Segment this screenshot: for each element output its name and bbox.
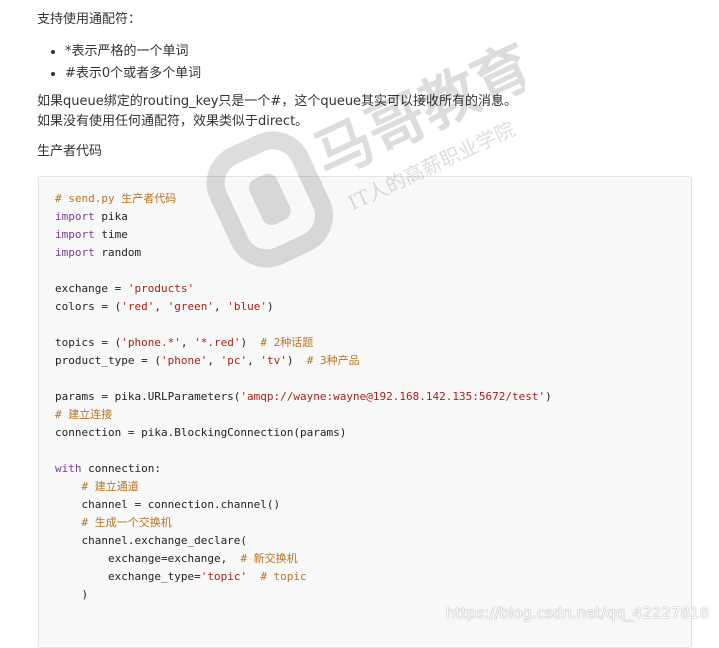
code-line: colors = ('red', 'green', 'blue')	[55, 298, 552, 316]
code-comment: # 生成一个交换机	[81, 516, 172, 529]
code-line: import pika	[55, 208, 552, 226]
code-line: product_type = ('phone', 'pc', 'tv') # 3…	[55, 352, 552, 370]
code-line: # 建立连接	[55, 406, 552, 424]
code-string: 'blue'	[227, 300, 267, 313]
code-line: # 生成一个交换机	[55, 514, 552, 532]
code-line: exchange=exchange, # 新交换机	[55, 550, 552, 568]
wildcard-list: *表示严格的一个单词 #表示0个或者多个单词	[37, 41, 201, 85]
code-text: connection = pika.BlockingConnection(par…	[55, 426, 347, 439]
code-string: 'products'	[127, 282, 195, 295]
code-text: ,	[180, 336, 195, 349]
code-keyword: import	[55, 228, 95, 241]
code-text: ,	[154, 300, 168, 313]
code-text: channel = connection.channel()	[55, 498, 281, 511]
code-line: connection = pika.BlockingConnection(par…	[55, 424, 552, 442]
code-line: params = pika.URLParameters('amqp://wayn…	[55, 388, 552, 406]
code-text: ,	[247, 354, 261, 367]
code-keyword: import	[55, 210, 95, 223]
code-text: connection:	[81, 462, 161, 475]
code-comment: # send.py 生产者代码	[55, 192, 177, 205]
code-keyword: with	[55, 462, 82, 475]
code-comment: # 3种产品	[306, 354, 360, 367]
code-string: 'amqp://wayne:wayne@192.168.142.135:5672…	[240, 390, 546, 403]
code-line: topics = ('phone.*', '*.red') # 2种话题	[55, 334, 552, 352]
code-string: 'pc'	[220, 354, 248, 367]
code-line: )	[55, 586, 552, 604]
code-comment: # 建立连接	[55, 408, 113, 421]
code-comment: # topic	[260, 570, 307, 583]
code-text: channel.exchange_declare(	[55, 534, 248, 547]
svg-text:马哥教育: 马哥教育	[304, 40, 525, 191]
code-text: pika	[94, 210, 128, 223]
code-text: )	[286, 354, 307, 367]
code-text: colors = (	[55, 300, 122, 313]
code-text: exchange_type=	[55, 570, 201, 583]
code-string: 'red'	[121, 300, 155, 313]
code-string: 'green'	[167, 300, 214, 313]
code-string: '*.red'	[194, 336, 241, 349]
code-text: )	[240, 336, 261, 349]
code-text: )	[55, 588, 89, 601]
code-text: exchange =	[55, 282, 128, 295]
code-text: )	[545, 390, 552, 403]
code-line: exchange_type='topic' # topic	[55, 568, 552, 586]
code-text: product_type = (	[55, 354, 161, 367]
code-string: 'phone'	[160, 354, 208, 367]
list-item: *表示严格的一个单词	[65, 41, 201, 63]
paragraph: 如果没有使用任何通配符，效果类似于direct。	[37, 114, 309, 129]
code-comment: # 2种话题	[260, 336, 314, 349]
code-lines: # send.py 生产者代码 import pika import time imp…	[55, 190, 552, 604]
code-string: 'topic'	[200, 570, 248, 583]
code-line: # send.py 生产者代码	[55, 190, 552, 208]
list-item: #表示0个或者多个单词	[65, 63, 201, 85]
code-line: exchange = 'products'	[55, 280, 552, 298]
code-text: exchange=exchange,	[55, 552, 241, 565]
section-heading: 生产者代码	[37, 144, 103, 159]
code-text: random	[94, 246, 142, 259]
code-line: with connection:	[55, 460, 552, 478]
code-text: ,	[213, 300, 228, 313]
code-line: channel = connection.channel()	[55, 496, 552, 514]
code-text: ,	[207, 354, 221, 367]
code-string: 'tv'	[260, 354, 287, 367]
code-line: channel.exchange_declare(	[55, 532, 552, 550]
code-comment: # 建立通道	[81, 480, 139, 493]
code-string: 'phone.*'	[121, 336, 181, 349]
code-line: # 建立通道	[55, 478, 552, 496]
code-comment: # 新交换机	[240, 552, 298, 565]
code-text: )	[266, 300, 274, 313]
code-block: # send.py 生产者代码 import pika import time imp…	[38, 176, 692, 648]
code-text: topics = (	[55, 336, 122, 349]
intro-text: 支持使用通配符：	[37, 12, 142, 27]
code-text: params = pika.URLParameters(	[55, 390, 241, 403]
code-line: import time	[55, 226, 552, 244]
code-text: time	[94, 228, 128, 241]
source-url-watermark: https://blog.csdn.net/qq_42227818	[445, 604, 709, 622]
paragraph: 如果queue绑定的routing_key只是一个#，这个queue其实可以接收…	[37, 94, 518, 109]
code-keyword: import	[55, 246, 95, 259]
code-line: import random	[55, 244, 552, 262]
